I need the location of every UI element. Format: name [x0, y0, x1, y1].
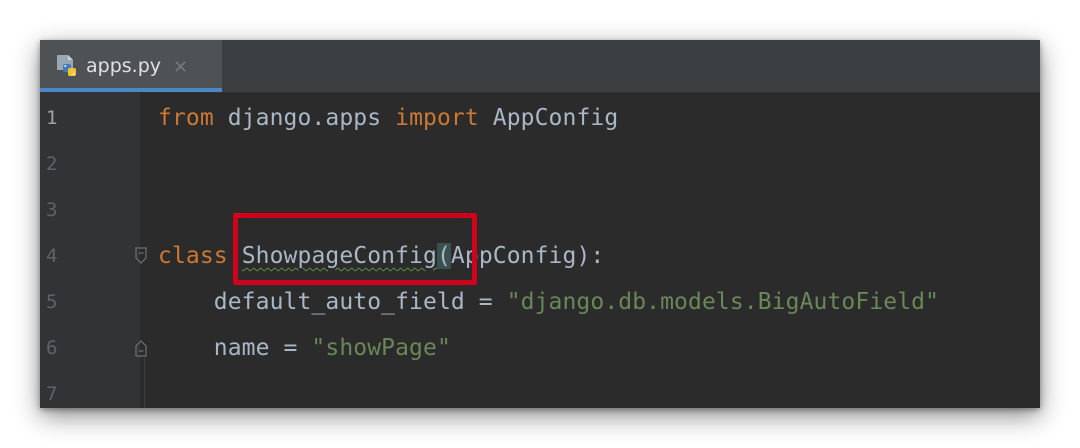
- code-text: name = "showPage": [158, 335, 451, 361]
- fold-end-icon[interactable]: [134, 338, 148, 358]
- code-editor[interactable]: 1 from django.apps import AppConfig 2 3 4 cla…: [40, 93, 1040, 408]
- class-name-token: ShowpageConfig: [241, 243, 437, 269]
- python-file-icon: [57, 55, 76, 76]
- fold-expand-icon[interactable]: [134, 246, 148, 266]
- code-line[interactable]: 3: [40, 187, 1040, 233]
- code-line[interactable]: 5 default_auto_field = "django.db.models…: [40, 279, 1040, 325]
- code-token: (: [436, 243, 451, 269]
- tab-apps-py[interactable]: apps.py ×: [40, 40, 222, 92]
- code-text: from django.apps import AppConfig: [158, 105, 618, 131]
- code-line[interactable]: 6 name = "showPage": [40, 325, 1040, 371]
- keyword-token: class: [158, 243, 228, 269]
- close-icon[interactable]: ×: [173, 56, 188, 77]
- code-token: AppConfig):: [450, 243, 605, 269]
- code-line[interactable]: 2: [40, 141, 1040, 187]
- tab-label: apps.py: [86, 55, 162, 77]
- code-text: class ShowpageConfig(AppConfig):: [158, 243, 604, 269]
- editor-window: apps.py × 1 from django.apps import AppCo…: [40, 40, 1040, 408]
- tab-bar: apps.py ×: [40, 40, 1040, 93]
- line-number: 1: [46, 107, 58, 129]
- code-token: name =: [158, 335, 312, 361]
- code-token: django.apps: [213, 105, 396, 131]
- string-token: "django.db.models.BigAutoField": [506, 289, 940, 315]
- code-line[interactable]: 1 from django.apps import AppConfig: [40, 95, 1040, 141]
- keyword-token: import: [395, 105, 479, 131]
- line-number: 5: [46, 291, 58, 313]
- code-token: default_auto_field =: [158, 289, 507, 315]
- code-line[interactable]: 7: [40, 371, 1040, 408]
- code-token: AppConfig: [478, 105, 619, 131]
- code-line[interactable]: 4 class ShowpageConfig(AppConfig):: [40, 233, 1040, 279]
- line-number: 3: [46, 199, 58, 221]
- line-number: 4: [46, 245, 58, 267]
- line-number: 7: [46, 383, 58, 405]
- keyword-token: from: [158, 105, 214, 131]
- line-number: 2: [46, 153, 58, 175]
- line-number: 6: [46, 337, 58, 359]
- string-token: "showPage": [311, 335, 451, 361]
- code-text: default_auto_field = "django.db.models.B…: [158, 289, 939, 315]
